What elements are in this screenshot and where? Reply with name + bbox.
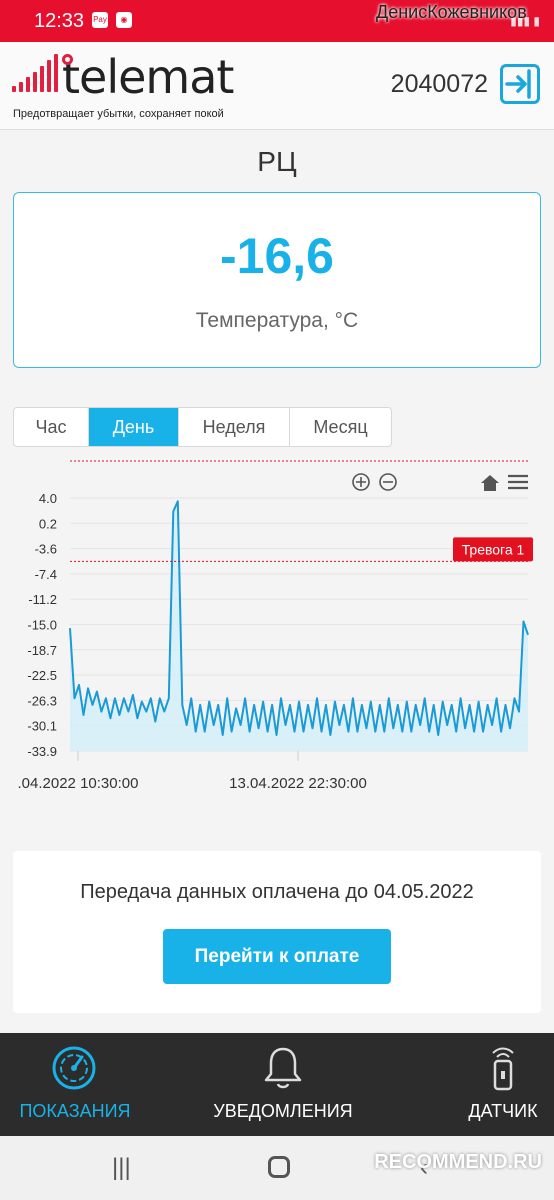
nav-notifications-label: УВЕДОМЛЕНИЯ <box>213 1101 353 1121</box>
x-tick-label: 13.04.2022 22:30:00 <box>229 775 367 792</box>
sensor-icon <box>492 1047 514 1091</box>
page-title: РЦ <box>257 146 297 177</box>
recommend-watermark: RECOMMEND.RU <box>374 1151 542 1173</box>
temperature-card: -16,6 Температура, °C <box>13 192 541 368</box>
y-tick-label: 4.0 <box>39 491 57 506</box>
watermark-username: ДенисКожевников <box>376 2 527 22</box>
payment-status-text: Передача данных оплачена до 04.05.2022 <box>80 881 474 903</box>
y-tick-label: -7.4 <box>35 567 57 582</box>
logo-dot <box>62 54 73 65</box>
go-to-payment-button[interactable]: Перейти к оплате <box>163 929 391 984</box>
zoom-in-icon[interactable] <box>352 473 370 491</box>
y-tick-label: 0.2 <box>39 516 57 531</box>
tab-hour[interactable]: Час <box>14 408 89 446</box>
tab-month[interactable]: Месяц <box>290 408 391 446</box>
nav-readings[interactable]: ПОКАЗАНИЯ <box>0 1033 150 1136</box>
nav-readings-label: ПОКАЗАНИЯ <box>19 1101 131 1121</box>
gauge-icon <box>52 1046 96 1090</box>
y-tick-label: -22.5 <box>27 668 57 683</box>
y-tick-label: -26.3 <box>27 693 57 708</box>
nav-sensor-label: ДАТЧИК <box>468 1101 538 1121</box>
zoom-out-icon[interactable] <box>379 473 397 491</box>
logout-button[interactable] <box>500 64 540 104</box>
brand-tagline: Предотвращает убытки, сохраняет покой <box>13 108 224 120</box>
home-icon[interactable] <box>481 475 499 491</box>
menu-icon[interactable] <box>508 474 528 490</box>
logout-icon <box>505 69 531 99</box>
brand-name: telemat <box>62 50 234 104</box>
status-time: 12:33 <box>34 10 85 32</box>
tab-day[interactable]: День <box>89 408 179 446</box>
y-tick-label: -30.1 <box>27 719 57 734</box>
x-tick-label: .04.2022 10:30:00 <box>18 775 139 792</box>
bell-icon <box>264 1047 302 1089</box>
recent-apps-icon[interactable]: ||| <box>112 1154 131 1182</box>
y-tick-label: -18.7 <box>27 643 57 658</box>
nav-notifications[interactable]: УВЕДОМЛЕНИЯ <box>190 1033 376 1136</box>
payment-card: Передача данных оплачена до 04.05.2022 П… <box>13 851 541 1013</box>
app-notification-icon: ◉ <box>116 12 132 28</box>
home-button-icon[interactable] <box>268 1156 290 1178</box>
chart-svg: 4.0 0.2 -3.6 -7.4 -11.2 -15.0 -18.7 -22.5 -26.3 -… <box>18 460 533 792</box>
tab-week[interactable]: Неделя <box>179 408 290 446</box>
telemat-logo[interactable]: telemat Предотвращает убытки, сохраняет … <box>12 50 252 122</box>
temperature-label: Температура, °C <box>195 309 359 332</box>
nav-sensor[interactable]: ДАТЧИК <box>452 1033 554 1136</box>
device-id: 2040072 <box>390 70 488 98</box>
y-tick-label: -3.6 <box>35 542 57 557</box>
alarm-label: Тревога 1 <box>462 541 525 557</box>
app-header: telemat Предотвращает убытки, сохраняет … <box>0 42 554 130</box>
y-tick-label: -11.2 <box>28 592 57 607</box>
temperature-chart: 4.0 0.2 -3.6 -7.4 -11.2 -15.0 -18.7 -22.5 -26.3 -… <box>0 450 554 810</box>
temperature-value: -16,6 <box>220 228 334 284</box>
pay-icon: Pay <box>92 12 108 28</box>
y-tick-label: -15.0 <box>27 618 57 633</box>
y-tick-label: -33.9 <box>27 744 57 759</box>
period-tabs: Час День Неделя Месяц <box>13 407 392 447</box>
bottom-nav: ПОКАЗАНИЯ УВЕДОМЛЕНИЯ ДАТЧИК <box>0 1033 554 1136</box>
